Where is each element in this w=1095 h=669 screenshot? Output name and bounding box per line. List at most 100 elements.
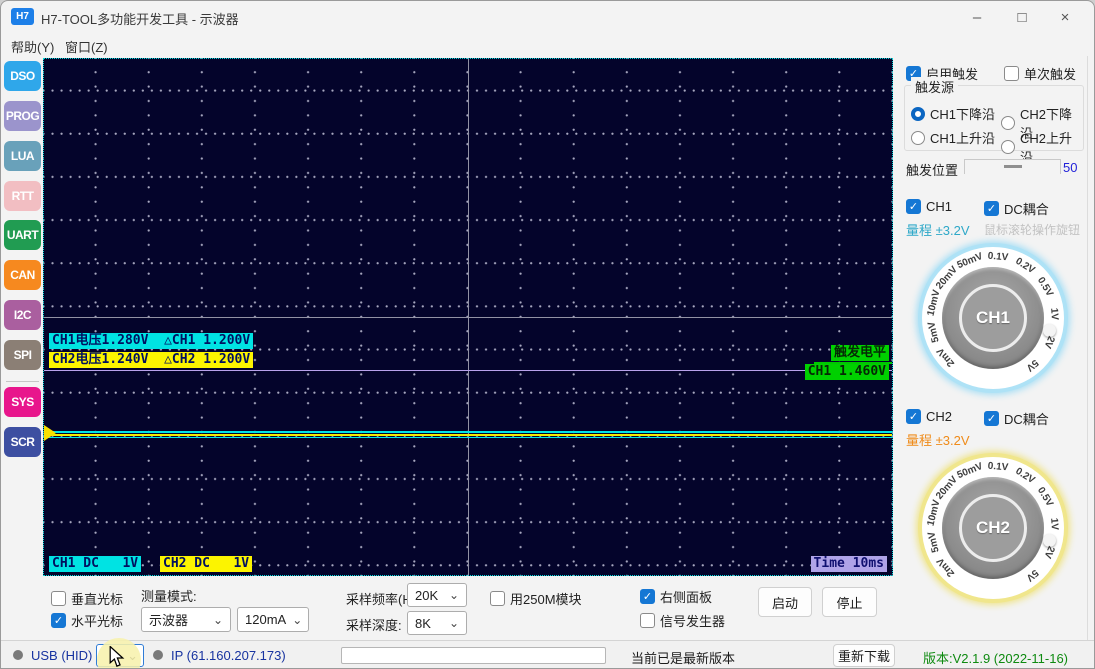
knob-scale-label: 0.1V: [987, 460, 1010, 474]
redownload-button[interactable]: 重新下载: [833, 644, 895, 667]
sample-depth-label: 采样深度:: [346, 618, 402, 633]
ground-marker-arrow[interactable]: [44, 425, 56, 441]
sidebar-item-uart[interactable]: UART: [4, 220, 41, 250]
measure-mode-label: 测量模式:: [141, 589, 197, 604]
maximize-button[interactable]: □: [1005, 5, 1039, 29]
ch2-dc-coupling-checkbox[interactable]: ✓ DC耦合: [984, 409, 1049, 428]
stop-button[interactable]: 停止: [822, 587, 877, 617]
ch2-voltage-readout: CH2电压1.240V △CH2 1.200V: [49, 352, 254, 368]
trigger-position-label: 触发位置: [906, 163, 959, 178]
timebase-badge: Time 10ms: [810, 556, 887, 572]
ch2-gain-knob[interactable]: CH2 2mV 5mV 10mV 20mV 50mV 0.1V 0.2V 0.5V 1V 2V 5V: [918, 453, 1068, 603]
checkbox-checked-icon: ✓: [984, 201, 999, 216]
checkbox-checked-icon: ✓: [640, 589, 655, 604]
module-250m-label: 用250M模块: [510, 592, 582, 607]
ch2-knob-body[interactable]: CH2: [942, 477, 1056, 579]
chevron-down-icon: ⌄: [292, 612, 303, 627]
checkbox-checked-icon: ✓: [906, 409, 921, 424]
single-trigger-checkbox[interactable]: 单次触发: [1004, 64, 1076, 83]
checkbox-unchecked-icon: [640, 613, 655, 628]
sample-rate-select[interactable]: 20K ⌄: [407, 583, 467, 607]
chevron-down-icon: ⌄: [212, 612, 223, 627]
ch2-trace: [44, 433, 892, 436]
ch1-gain-knob[interactable]: CH1 2mV 5mV 10mV 20mV 50mV 0.1V 0.2V 0.5V 1V 2V 5V: [918, 243, 1068, 393]
ch1-knob-face: CH1: [959, 284, 1027, 352]
radio-label: CH1上升沿: [930, 131, 996, 146]
sidebar-separator: [6, 381, 39, 382]
checkbox-checked-icon: ✓: [984, 411, 999, 426]
ch1-knob-body[interactable]: CH1: [942, 267, 1056, 369]
ch2-label: CH2: [926, 409, 953, 424]
app-logo-icon: H7: [11, 8, 34, 25]
vertical-cursor-checkbox[interactable]: 垂直光标: [51, 589, 123, 608]
vertical-cursor-label: 垂直光标: [71, 592, 124, 607]
sample-depth-select[interactable]: 8K ⌄: [407, 611, 467, 635]
chevron-down-icon: ⌄: [448, 616, 459, 630]
title-bar: H7 H7-TOOL多功能开发工具 - 示波器 – □ ×: [1, 1, 1094, 31]
ch2-range-label: 量程 ±3.2V: [906, 433, 970, 448]
checkbox-checked-icon: ✓: [51, 613, 66, 628]
sidebar-item-spi[interactable]: SPI: [4, 340, 41, 370]
ch2-enable-checkbox[interactable]: ✓ CH2: [906, 409, 952, 424]
radio-ch1-falling[interactable]: CH1下降沿: [911, 104, 995, 123]
update-status-text: 当前已是最新版本: [631, 651, 736, 666]
panel-separator: [1087, 56, 1088, 640]
trigger-level-label: 触发电平: [830, 345, 889, 361]
menu-help[interactable]: 帮助(Y): [11, 37, 54, 56]
sidebar-item-rtt[interactable]: RTT: [4, 181, 41, 211]
checkbox-unchecked-icon: [51, 591, 66, 606]
ch1-trace: [44, 436, 892, 438]
sidebar-item-dso[interactable]: DSO: [4, 61, 41, 91]
checkbox-unchecked-icon: [1004, 66, 1019, 81]
knob-scale-label: 1V: [1047, 517, 1060, 531]
horizontal-cursor-label: 水平光标: [71, 614, 124, 629]
start-button[interactable]: 启动: [758, 587, 812, 617]
radio-icon: [911, 130, 925, 145]
ch1-range-label: 量程 ±3.2V: [906, 223, 970, 238]
oscilloscope-display[interactable]: CH1电压1.280V △CH1 1.200V CH2电压1.240V △CH2…: [43, 58, 893, 576]
measure-mode-value: 示波器: [149, 613, 189, 628]
knob-scale-label: 0.1V: [987, 250, 1010, 264]
horizontal-cursor-checkbox[interactable]: ✓ 水平光标: [51, 611, 123, 630]
signal-generator-checkbox[interactable]: 信号发生器: [640, 611, 725, 630]
measure-mode-select[interactable]: 示波器 ⌄: [141, 607, 231, 632]
menu-bar: 帮助(Y) 窗口(Z): [1, 31, 1094, 57]
usb-status-label: USB (HID): [31, 648, 93, 663]
radio-label: CH1下降沿: [930, 107, 996, 122]
sidebar-item-prog[interactable]: PROG: [4, 101, 41, 131]
sidebar-item-lua[interactable]: LUA: [4, 141, 41, 171]
right-panel-label: 右侧面板: [660, 590, 713, 605]
radio-ch1-rising[interactable]: CH1上升沿: [911, 128, 995, 147]
slider-handle[interactable]: [1003, 165, 1022, 168]
trigger-position-value: 50: [1063, 160, 1078, 175]
ch1-status-badge: CH1 DC 1V: [49, 556, 142, 572]
sidebar-item-scr[interactable]: SCR: [4, 427, 41, 457]
update-progress-bar: [341, 647, 606, 664]
horizontal-cursor-line[interactable]: [44, 370, 892, 371]
trigger-level-value: CH1 1.460V: [804, 364, 889, 380]
sidebar-item-can[interactable]: CAN: [4, 260, 41, 290]
version-text: 版本:V2.1.9 (2022-11-16): [923, 651, 1068, 666]
ch1-dc-coupling-checkbox[interactable]: ✓ DC耦合: [984, 199, 1049, 218]
trigger-source-title: 触发源: [911, 77, 959, 96]
ch2-status-badge: CH2 DC 1V: [160, 556, 253, 572]
close-button[interactable]: ×: [1048, 5, 1082, 29]
sidebar-item-sys[interactable]: SYS: [4, 387, 41, 417]
signal-generator-label: 信号发生器: [660, 614, 726, 629]
current-range-select[interactable]: 120mA ⌄: [237, 607, 309, 632]
status-bar: USB (HID) ⌄ IP (61.160.207.173) 当前已是最新版本…: [1, 640, 1094, 668]
single-trigger-label: 单次触发: [1024, 67, 1077, 82]
trigger-source-group: 触发源 CH1下降沿 CH2下降沿 CH1上升沿 CH2上升沿: [904, 77, 1084, 165]
ch1-enable-checkbox[interactable]: ✓ CH1: [906, 199, 952, 214]
trigger-position-slider[interactable]: [964, 159, 1061, 174]
knob-scale-label: 1V: [1047, 307, 1060, 321]
menu-window[interactable]: 窗口(Z): [65, 37, 108, 56]
knob-hint-label: 鼠标滚轮操作旋钮: [984, 223, 1081, 237]
sample-rate-value: 20K: [415, 587, 439, 603]
sidebar-item-i2c[interactable]: I2C: [4, 300, 41, 330]
module-250m-checkbox[interactable]: 用250M模块: [490, 589, 582, 608]
current-range-value: 120mA: [245, 612, 287, 627]
ch1-trace: [44, 431, 892, 433]
right-panel-checkbox[interactable]: ✓ 右侧面板: [640, 587, 712, 606]
minimize-button[interactable]: –: [960, 5, 994, 29]
